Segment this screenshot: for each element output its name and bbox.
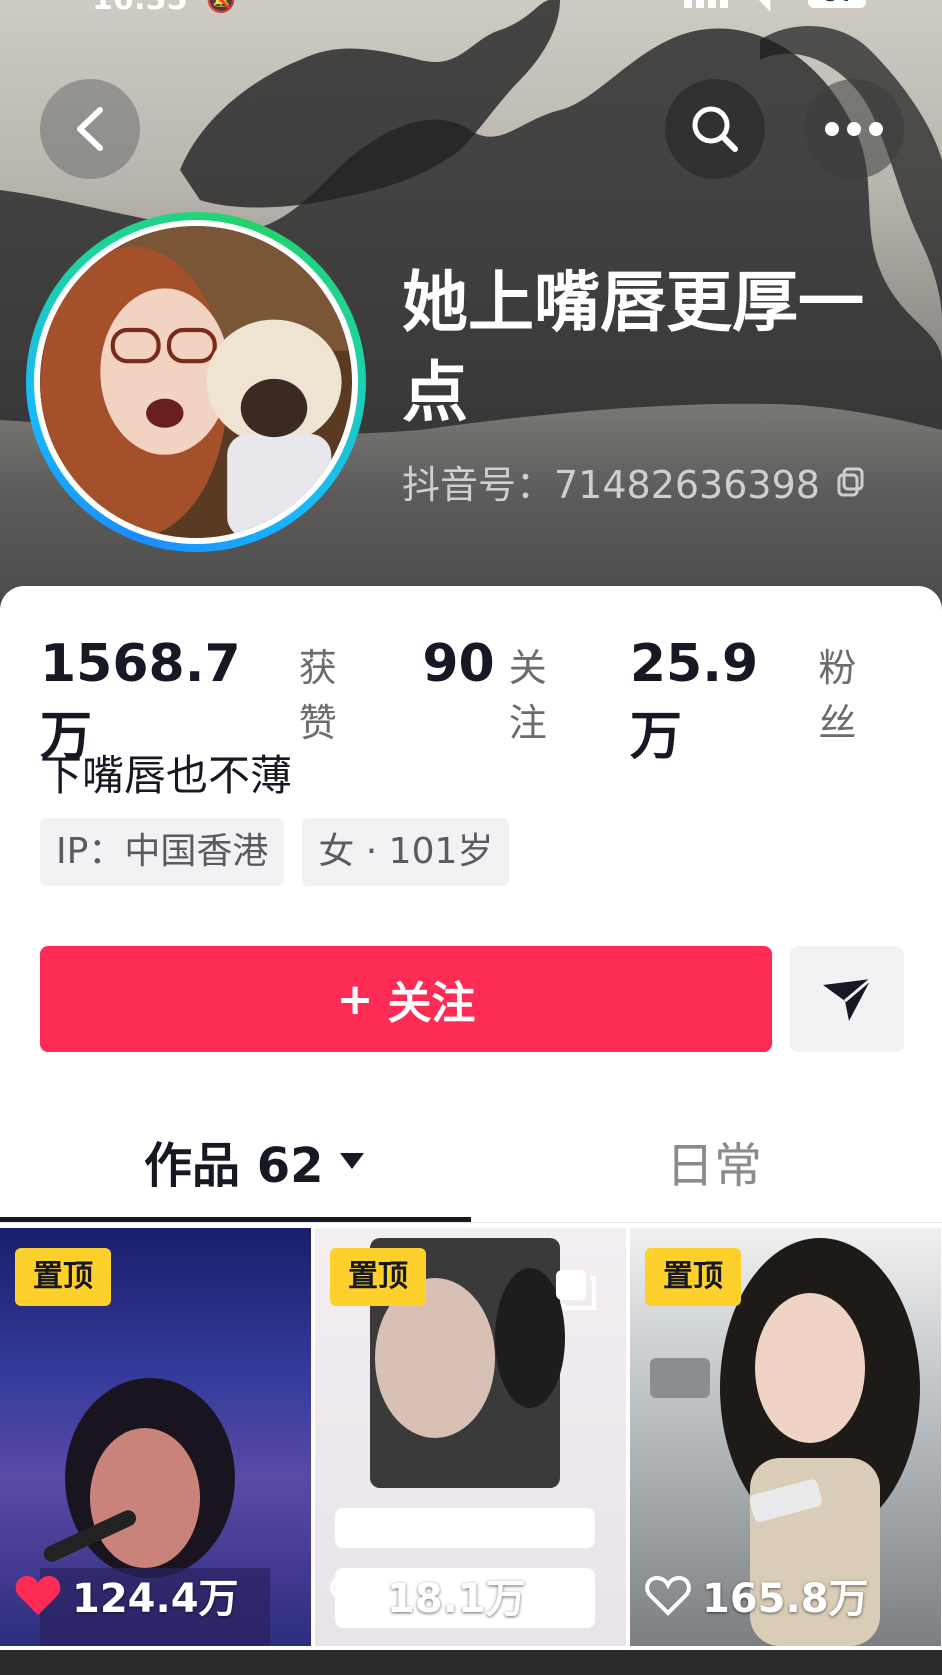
profile-banner: 16:35 🔕 ◥ 84 xyxy=(0,0,942,620)
avatar[interactable] xyxy=(26,212,366,552)
pinned-badge: 置顶 xyxy=(15,1248,111,1306)
tag-gender-age: 女 · 101岁 xyxy=(302,818,510,886)
pinned-badge: 置顶 xyxy=(645,1248,741,1306)
heart-outline-icon xyxy=(645,1575,691,1616)
follow-button[interactable]: + 关注 xyxy=(40,946,772,1052)
mute-icon: 🔕 xyxy=(206,0,236,14)
likes-count: 165.8万 xyxy=(702,1576,869,1622)
send-message-button[interactable] xyxy=(790,946,904,1052)
status-bar: 16:35 🔕 ◥ 84 xyxy=(0,0,942,28)
stat-value: 90 xyxy=(422,634,495,694)
stat-value: 25.9万 xyxy=(629,634,759,767)
tag-ip-location: IP：中国香港 xyxy=(40,818,285,886)
tab-daily[interactable]: 日常 xyxy=(666,1126,762,1196)
stat-followers[interactable]: 25.9万 粉丝 xyxy=(630,634,892,769)
status-time: 16:35 xyxy=(92,0,188,17)
follow-label: 关注 xyxy=(387,978,476,1029)
chevron-left-icon xyxy=(77,107,103,151)
content-tabs: 作品 62 日常 xyxy=(0,1126,942,1210)
caret-down-icon[interactable] xyxy=(338,1151,366,1171)
copy-icon[interactable] xyxy=(836,467,866,497)
plus-icon: + xyxy=(336,973,374,1025)
signal-icon xyxy=(684,0,728,8)
likes-count: 124.4万 xyxy=(72,1576,239,1622)
tab-works-label: 作品 62 xyxy=(144,1138,324,1194)
battery-indicator: 84 xyxy=(808,0,866,8)
more-button[interactable] xyxy=(804,79,904,179)
paper-plane-icon xyxy=(823,977,872,1021)
more-dots-icon xyxy=(825,122,883,136)
search-icon xyxy=(692,106,738,152)
next-row-preview xyxy=(0,1650,942,1675)
video-likes: 18.1万 xyxy=(329,1566,526,1624)
likes-count: 18.1万 xyxy=(387,1576,526,1622)
video-likes: 165.8万 xyxy=(644,1566,869,1624)
video-tile[interactable]: 置顶 124.4万 xyxy=(0,1228,311,1646)
stat-label: 获赞 xyxy=(298,646,337,745)
video-tile[interactable]: 置顶 165.8万 xyxy=(630,1228,941,1646)
douyin-id-text: 抖音号：71482636398 xyxy=(402,463,820,507)
douyin-id[interactable]: 抖音号：71482636398 xyxy=(402,454,866,509)
profile-name: 她上嘴唇更厚一点 xyxy=(402,264,864,431)
avatar-image xyxy=(40,226,352,538)
stat-label: 粉丝 xyxy=(818,646,857,745)
heart-outline-icon xyxy=(330,1575,376,1616)
back-button[interactable] xyxy=(40,79,140,179)
multi-image-icon xyxy=(556,1270,596,1310)
stat-following[interactable]: 90 关注 xyxy=(422,634,579,747)
heart-filled-icon xyxy=(15,1576,61,1615)
pinned-badge: 置顶 xyxy=(330,1248,426,1306)
video-tile[interactable]: 置顶 18.1万 xyxy=(315,1228,626,1646)
profile-tags: IP：中国香港 女 · 101岁 xyxy=(40,818,510,886)
tab-divider xyxy=(0,1222,942,1223)
search-button[interactable] xyxy=(665,79,765,179)
profile-bio: 下嘴唇也不薄 xyxy=(40,751,293,800)
stat-label: 关注 xyxy=(508,646,547,745)
tab-works[interactable]: 作品 62 xyxy=(144,1126,366,1196)
wifi-icon: ◥ xyxy=(755,0,771,14)
video-likes: 124.4万 xyxy=(14,1566,239,1624)
video-grid: 置顶 124.4万 置顶 18.1万 置顶 165.8万 xyxy=(0,1228,942,1646)
